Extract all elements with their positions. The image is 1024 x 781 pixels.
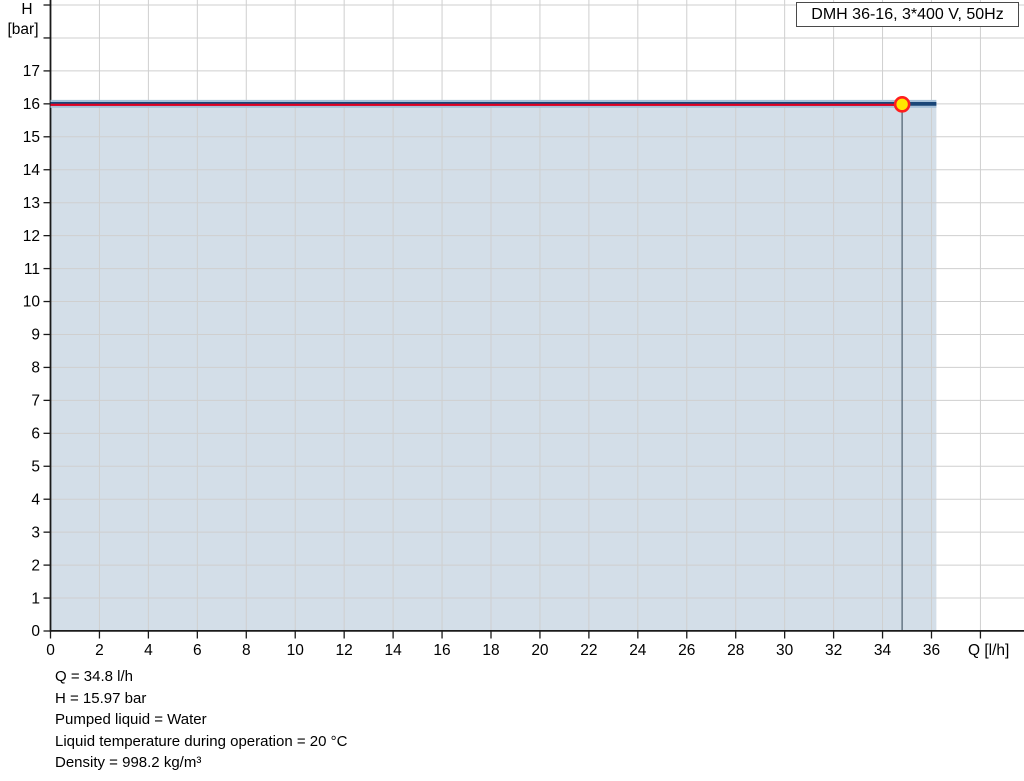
density-text: Density = 998.2 kg/m³ — [55, 754, 202, 771]
y-tick-label: 3 — [31, 524, 40, 541]
duty-head-text: H = 15.97 bar — [55, 689, 147, 707]
x-tick-label: 28 — [727, 642, 744, 659]
y-tick-label: 2 — [31, 557, 40, 574]
x-tick-label: 36 — [923, 642, 940, 659]
y-tick-label: 9 — [31, 327, 40, 344]
x-tick-label: 4 — [144, 642, 153, 659]
x-tick-label: 24 — [629, 642, 647, 659]
duty-point-marker[interactable] — [893, 96, 911, 113]
y-tick-label: 8 — [31, 360, 40, 377]
x-tick-label: 16 — [433, 642, 450, 659]
x-tick-label: 14 — [384, 642, 402, 659]
y-tick-label: 6 — [31, 426, 40, 443]
y-tick-label: 4 — [31, 491, 40, 508]
x-tick-label: 26 — [678, 642, 695, 659]
pump-curve-chart-area: 0 1 2 3 4 5 6 7 8 9 10 11 12 13 14 15 16 17 0 2 4 6 8 10 12 14 16 1… — [0, 0, 1024, 662]
y-tick-label: 11 — [24, 261, 40, 278]
y-tick-label: 14 — [23, 162, 41, 179]
x-tick-label: 18 — [482, 642, 499, 659]
x-tick-label: 12 — [336, 642, 353, 659]
x-tick-label: 10 — [287, 642, 305, 659]
pump-curve-chart: 012345678910111213141516170 2 4 6 8 10 12 14 16 1… — [7, 0, 1024, 659]
y-tick-label: 17 — [23, 63, 40, 80]
x-tick-label: 32 — [825, 642, 842, 659]
y-tick-label: 15 — [23, 129, 40, 146]
x-tick-label: 34 — [874, 642, 892, 659]
y-tick-label: 0 — [31, 623, 40, 640]
x-tick-label: 20 — [531, 642, 549, 659]
x-tick-label: 0 — [46, 642, 55, 659]
x-tick-label: 2 — [95, 642, 104, 659]
y-tick-label: 13 — [23, 195, 40, 212]
y-tick-label: 5 — [31, 458, 40, 475]
x-tick-label: 6 — [193, 642, 202, 659]
liquid-temp-text: Liquid temperature during operation = 20… — [55, 732, 348, 750]
curve-legend: DMH 36-16, 3*400 V, 50Hz — [796, 2, 1019, 27]
y-tick-label: 12 — [23, 228, 40, 245]
y-axis-title-unit: [bar] — [7, 21, 38, 38]
x-axis-title: Q [l/h] — [968, 642, 1009, 659]
x-tick-label: 22 — [580, 642, 597, 659]
x-tick-label: 30 — [776, 642, 794, 659]
x-tick-label: 8 — [242, 642, 251, 659]
duty-flow-text: Q = 34.8 l/h — [55, 668, 133, 685]
y-tick-label: 16 — [23, 96, 40, 113]
y-tick-label: 10 — [23, 294, 41, 311]
legend-label: DMH 36-16, 3*400 V, 50Hz — [811, 6, 1004, 23]
duty-info-block: Q = 34.8 l/h H = 15.97 bar Pumped liquid… — [55, 666, 347, 774]
y-axis-title: H — [21, 1, 32, 18]
y-tick-label: 7 — [31, 393, 40, 410]
pumped-liquid-text: Pumped liquid = Water — [55, 711, 207, 728]
y-tick-label: 1 — [31, 590, 40, 607]
